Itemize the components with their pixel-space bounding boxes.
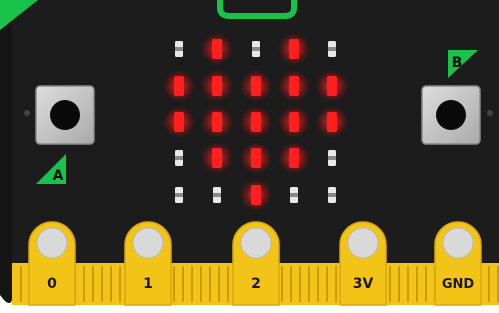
button-a-label: A: [53, 168, 64, 184]
led-1-1: [201, 70, 233, 102]
connector-finger: [218, 266, 220, 302]
led-1-0: [163, 70, 195, 102]
connector-finger: [119, 266, 121, 302]
connector-finger: [281, 266, 283, 302]
led-3-3: [278, 142, 310, 174]
microbit-board: A B 0 1 2 3V GND: [0, 0, 499, 306]
connector-finger: [83, 266, 85, 302]
connector-finger: [416, 266, 418, 302]
connector-finger: [101, 266, 103, 302]
connector-finger: [92, 266, 94, 302]
led-3-2: [240, 142, 272, 174]
led-3-4: [328, 150, 336, 166]
led-4-3: [290, 187, 298, 203]
pin-label: 1: [143, 276, 153, 292]
connector-finger: [191, 266, 193, 302]
led-3-0: [175, 150, 183, 166]
button-a[interactable]: [35, 85, 95, 145]
led-2-2: [240, 106, 272, 138]
led-1-2: [240, 70, 272, 102]
pin-label: 0: [47, 276, 57, 292]
pin-label: 2: [251, 276, 261, 292]
led-4-2: [240, 179, 272, 211]
connector-finger: [110, 266, 112, 302]
led-4-4: [328, 187, 336, 203]
connector-finger: [398, 266, 400, 302]
led-2-4: [316, 106, 348, 138]
led-4-0: [175, 187, 183, 203]
mount-hole-right: [487, 110, 493, 116]
led-2-1: [201, 106, 233, 138]
led-0-1: [201, 33, 233, 65]
button-b[interactable]: [421, 85, 481, 145]
led-4-1: [213, 187, 221, 203]
pin-2[interactable]: 2: [232, 221, 280, 306]
led-3-1: [201, 142, 233, 174]
connector-finger: [290, 266, 292, 302]
connector-finger: [200, 266, 202, 302]
connector-finger: [317, 266, 319, 302]
led-0-3: [278, 33, 310, 65]
connector-finger: [173, 266, 175, 302]
connector-finger: [227, 266, 229, 302]
connector-finger: [299, 266, 301, 302]
connector-finger: [209, 266, 211, 302]
pin-0[interactable]: 0: [28, 221, 76, 306]
led-0-0: [175, 41, 183, 57]
pin-3v[interactable]: 3V: [339, 221, 387, 306]
pin-label: GND: [442, 277, 475, 292]
mount-hole-left: [24, 110, 30, 116]
connector-finger: [326, 266, 328, 302]
button-b-label: B: [452, 55, 463, 71]
connector-finger: [308, 266, 310, 302]
led-1-3: [278, 70, 310, 102]
connector-finger: [182, 266, 184, 302]
pin-1[interactable]: 1: [124, 221, 172, 306]
led-1-4: [316, 70, 348, 102]
pin-gnd[interactable]: GND: [434, 221, 482, 306]
led-2-0: [163, 106, 195, 138]
led-0-2: [252, 41, 260, 57]
connector-finger: [335, 266, 337, 302]
board-left-edge: [0, 0, 12, 303]
connector-finger: [488, 266, 490, 302]
connector-finger: [389, 266, 391, 302]
led-2-3: [278, 106, 310, 138]
led-0-4: [328, 41, 336, 57]
connector-finger: [407, 266, 409, 302]
pin-label: 3V: [353, 276, 374, 292]
connector-finger: [425, 266, 427, 302]
connector-finger: [20, 266, 22, 302]
